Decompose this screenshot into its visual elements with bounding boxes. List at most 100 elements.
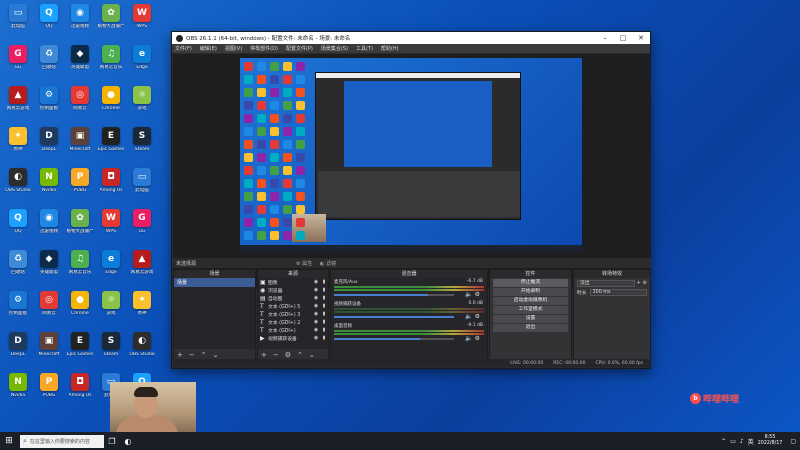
- source-item[interactable]: T 文本 (GDI+) 3 ◉ ▮: [258, 310, 328, 318]
- mixer-mute-settings-icon[interactable]: 🔈 ⚙: [465, 335, 480, 342]
- control-button[interactable]: 启动虚拟摄像机: [493, 297, 568, 305]
- language-indicator[interactable]: 英: [748, 437, 754, 446]
- volume-icon[interactable]: ♪: [740, 438, 744, 445]
- desktop-icon[interactable]: ◎ 网易云: [64, 86, 96, 124]
- filters-button[interactable]: ◐ 滤镜: [320, 260, 336, 267]
- source-item[interactable]: T 文本 (GDI+) 2 ◉ ▮: [258, 318, 328, 326]
- close-icon[interactable]: ✕: [632, 34, 650, 42]
- visibility-icon[interactable]: ◉: [312, 327, 320, 333]
- visibility-icon[interactable]: ◉: [312, 303, 320, 309]
- lock-icon[interactable]: ▮: [320, 295, 328, 301]
- desktop-icon[interactable]: ◐ OBS Studio: [126, 332, 158, 370]
- notification-icon[interactable]: ▢: [790, 438, 796, 445]
- transition-settings-icon[interactable]: ⚙: [643, 281, 647, 286]
- menu-item[interactable]: 编辑(E): [200, 45, 217, 52]
- desktop-icon[interactable]: ▲ 网易云游戏: [126, 250, 158, 288]
- menu-item[interactable]: 帮助(H): [381, 45, 399, 52]
- network-icon[interactable]: ▭: [730, 438, 736, 445]
- desktop-icon[interactable]: ♫ 网易云音乐: [64, 250, 96, 288]
- add-transition-icon[interactable]: +: [637, 281, 641, 286]
- move-up-icon[interactable]: ⌃: [201, 351, 207, 359]
- obs-taskbar-icon[interactable]: ◐: [120, 432, 136, 450]
- source-item[interactable]: T 文本 (GDI+) ◉ ▮: [258, 326, 328, 334]
- desktop-icon[interactable]: ◎ 网易云: [33, 291, 65, 329]
- desktop-icon[interactable]: ▭ 此电脑: [2, 4, 34, 42]
- desktop-icon[interactable]: ✦ 原神: [126, 291, 158, 329]
- scene-item[interactable]: 场景: [174, 278, 255, 287]
- desktop-icon[interactable]: ☼ 游戏: [95, 291, 127, 329]
- mixer-mute-settings-icon[interactable]: 🔈 ⚙: [465, 313, 480, 320]
- control-button[interactable]: 停止推流: [493, 279, 568, 287]
- desktop-icon[interactable]: QQQ: [33, 4, 65, 42]
- menu-item[interactable]: 场景集合(S): [321, 45, 348, 52]
- visibility-icon[interactable]: ◉: [312, 279, 320, 285]
- desktop-icon[interactable]: ☼ 游戏: [126, 86, 158, 124]
- desktop-icon[interactable]: S Steam: [126, 127, 158, 165]
- minimize-icon[interactable]: –: [596, 34, 614, 42]
- desktop-icon[interactable]: ✿ 植物大战僵尸: [95, 4, 127, 42]
- source-item[interactable]: T 文本 (GDI+) 5 ◉ ▮: [258, 302, 328, 310]
- desktop-icon[interactable]: ● Chrome: [64, 291, 96, 329]
- volume-slider[interactable]: 🔈 ⚙: [334, 335, 484, 342]
- visibility-icon[interactable]: ◉: [312, 287, 320, 293]
- control-button[interactable]: 开始录制: [493, 288, 568, 296]
- lock-icon[interactable]: ▮: [320, 327, 328, 333]
- control-button[interactable]: 工作室模式: [493, 306, 568, 314]
- control-button[interactable]: 设置: [493, 315, 568, 323]
- source-item[interactable]: ▣ 图像 ◉ ▮: [258, 278, 328, 286]
- desktop-icon[interactable]: ◐ OBS Studio: [2, 168, 34, 206]
- lock-icon[interactable]: ▮: [320, 279, 328, 285]
- desktop-icon[interactable]: P PUBG: [64, 168, 96, 206]
- desktop-icon[interactable]: e Edge: [95, 250, 127, 288]
- desktop-icon[interactable]: QQQ: [2, 209, 34, 247]
- desktop-icon[interactable]: ♻ 回收站: [33, 45, 65, 83]
- desktop-icon[interactable]: S Steam: [95, 332, 127, 370]
- desktop-icon[interactable]: ✿ 植物大战僵尸: [64, 209, 96, 247]
- desktop-icon[interactable]: ◉ 迅雷视频: [33, 209, 65, 247]
- desktop-icon[interactable]: ◆ 英雄联盟: [33, 250, 65, 288]
- mixer-mute-settings-icon[interactable]: 🔈 ⚙: [465, 291, 480, 298]
- visibility-icon[interactable]: ◉: [312, 319, 320, 325]
- start-button[interactable]: ⊞: [0, 432, 18, 450]
- volume-slider[interactable]: 🔈 ⚙: [334, 313, 484, 320]
- desktop-icon[interactable]: ● Chrome: [95, 86, 127, 124]
- visibility-icon[interactable]: ◉: [312, 311, 320, 317]
- task-view-icon[interactable]: ❐: [104, 432, 120, 450]
- visibility-icon[interactable]: ◉: [312, 335, 320, 341]
- preview-canvas[interactable]: [240, 58, 582, 251]
- source-settings-icon[interactable]: ⚙: [285, 351, 291, 359]
- desktop-icon[interactable]: ✦ 原神: [2, 127, 34, 165]
- desktop-icon[interactable]: ◉ 迅雷视频: [64, 4, 96, 42]
- move-down-icon[interactable]: ⌄: [309, 351, 315, 359]
- desktop-icon[interactable]: ⚙ 控制面板: [33, 86, 65, 124]
- lock-icon[interactable]: ▮: [320, 319, 328, 325]
- desktop-icon[interactable]: D DeepL: [2, 332, 34, 370]
- add-scene-button[interactable]: +: [177, 351, 183, 359]
- desktop-icon[interactable]: D DeepL: [33, 127, 65, 165]
- desktop-icon[interactable]: ♫ 网易云音乐: [95, 45, 127, 83]
- desktop-icon[interactable]: ◘ Among Us: [95, 168, 127, 206]
- maximize-icon[interactable]: □: [614, 34, 632, 42]
- desktop-icon[interactable]: P PUBG: [33, 373, 65, 411]
- desktop-icon[interactable]: G GG: [126, 209, 158, 247]
- desktop-icon[interactable]: N Nvidia: [2, 373, 34, 411]
- desktop-icon[interactable]: ▭ 此电脑: [126, 168, 158, 206]
- menu-item[interactable]: 工具(T): [356, 45, 373, 52]
- source-item[interactable]: ◉ 浏览器 ◉ ▮: [258, 286, 328, 294]
- lock-icon[interactable]: ▮: [320, 287, 328, 293]
- desktop-icon[interactable]: E Epic Games: [95, 127, 127, 165]
- duration-input[interactable]: 300 ms: [589, 289, 647, 296]
- desktop-icon[interactable]: ⚙ 控制面板: [2, 291, 34, 329]
- desktop-icon[interactable]: ♻ 回收站: [2, 250, 34, 288]
- desktop-icon[interactable]: N Nvidia: [33, 168, 65, 206]
- tray-chevron-icon[interactable]: ⌃: [721, 438, 726, 445]
- move-down-icon[interactable]: ⌄: [213, 351, 219, 359]
- move-up-icon[interactable]: ⌃: [297, 351, 303, 359]
- control-button[interactable]: 退出: [493, 324, 568, 332]
- lock-icon[interactable]: ▮: [320, 303, 328, 309]
- lock-icon[interactable]: ▮: [320, 311, 328, 317]
- transition-select[interactable]: 淡出: [577, 280, 635, 287]
- remove-scene-button[interactable]: −: [189, 351, 195, 359]
- source-item[interactable]: ▶ 视频捕获设备 ◉ ▮: [258, 334, 328, 342]
- taskbar-search[interactable]: ⌕ 在这里输入你要搜索的内容: [20, 434, 104, 448]
